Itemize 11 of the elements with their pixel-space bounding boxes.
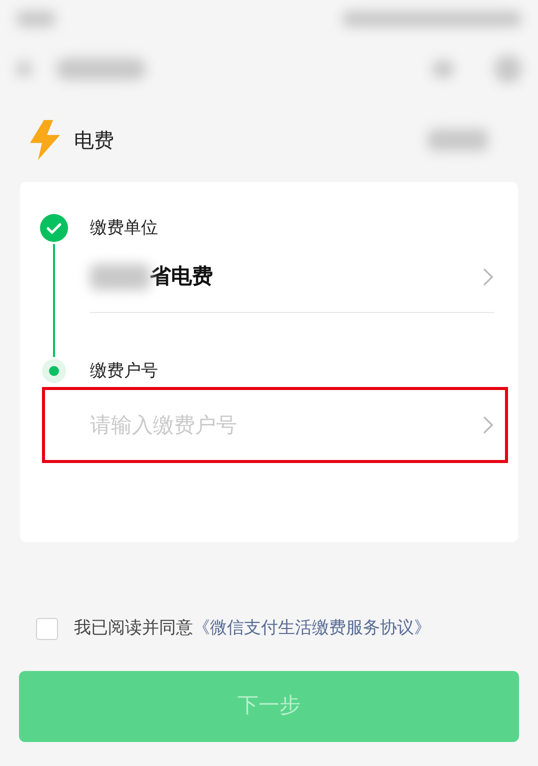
step-label: 缴费户号 (90, 360, 159, 383)
agree-checkbox[interactable] (36, 618, 58, 640)
agreement-text: 我已阅读并同意《微信支付生活缴费服务协议》 (74, 617, 431, 640)
service-title: 电费 (74, 127, 114, 154)
unit-selector[interactable]: 省电费 (90, 242, 518, 312)
lightning-bolt-icon (28, 120, 62, 160)
chevron-right-icon (482, 415, 494, 435)
step-label: 缴费单位 (90, 217, 159, 240)
service-agreement-link[interactable]: 《微信支付生活缴费服务协议》 (193, 618, 431, 638)
chevron-right-icon (482, 267, 494, 287)
unit-name: 省电费 (150, 263, 213, 290)
